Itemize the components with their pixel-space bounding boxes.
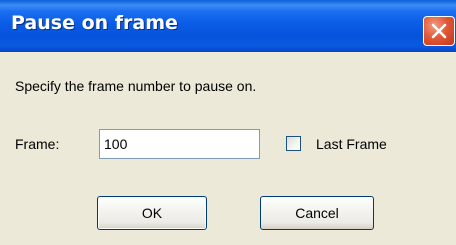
frame-number-input[interactable] (99, 129, 260, 159)
close-icon (431, 23, 447, 39)
instruction-text: Specify the frame number to pause on. (15, 78, 257, 94)
ok-button[interactable]: OK (97, 196, 207, 230)
title-bar[interactable]: Pause on frame (0, 0, 456, 52)
last-frame-checkbox[interactable] (286, 136, 301, 151)
frame-label: Frame: (15, 136, 60, 152)
last-frame-label[interactable]: Last Frame (316, 136, 387, 152)
pause-on-frame-dialog: Pause on frame Specify the frame number … (0, 0, 456, 245)
close-button[interactable] (423, 16, 455, 46)
dialog-title: Pause on frame (11, 12, 178, 34)
cancel-button[interactable]: Cancel (260, 196, 374, 230)
